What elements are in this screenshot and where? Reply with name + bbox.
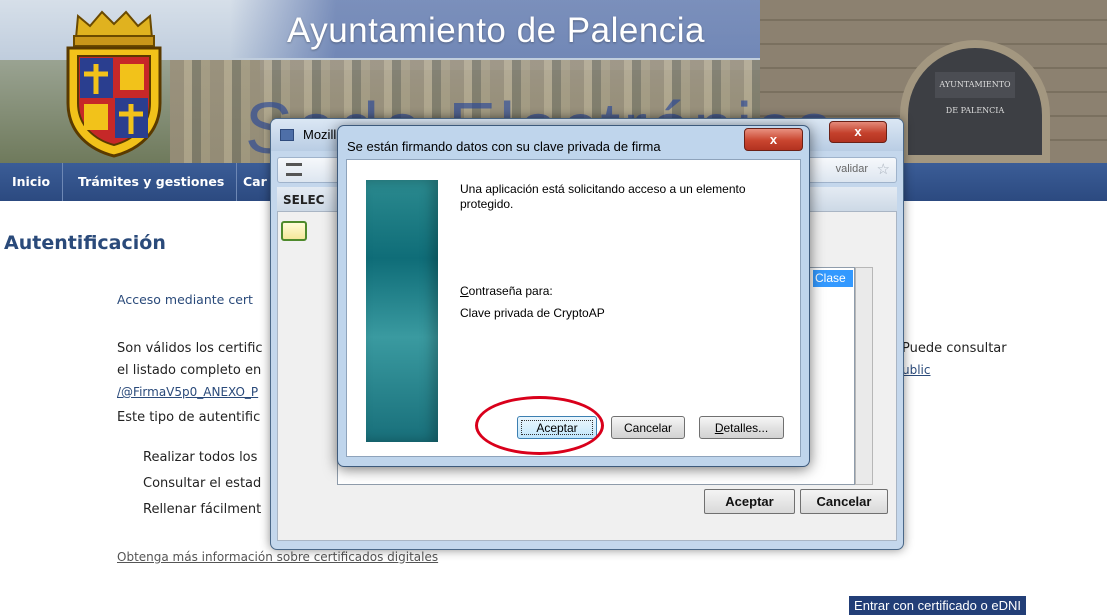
private-key-name: Clave privada de CryptoAP [460, 306, 605, 320]
menu-icon[interactable] [286, 163, 302, 176]
cancel-button[interactable]: Cancelar [611, 416, 685, 439]
page-title: Autentificación [4, 232, 166, 254]
paragraph-line-1-end: Puede consultar [902, 341, 1007, 356]
paragraph-line-2-link[interactable]: ublic [902, 363, 931, 377]
mozilla-close-button[interactable]: x [829, 121, 887, 143]
select-certificate-label: SELEC [283, 193, 325, 207]
password-label-rest: ontraseña para: [468, 284, 553, 298]
bookmark-star-icon[interactable]: ☆ [877, 160, 890, 178]
red-highlight-ellipse [475, 396, 604, 455]
password-label-mnemonic: C [460, 284, 469, 298]
details-button[interactable]: Detalles... [699, 416, 784, 439]
paragraph-line-2-start: el listado completo en [117, 363, 262, 378]
sign-dialog-message: Una aplicación está solicitando acceso a… [460, 182, 746, 211]
access-heading: Acceso mediante cert [117, 292, 253, 307]
details-button-rest: etalles... [723, 420, 769, 435]
site-title: Ayuntamiento de Palencia [287, 11, 706, 50]
mozilla-accept-button[interactable]: Aceptar [704, 489, 795, 514]
bullet-item: Consultar el estad [143, 476, 262, 491]
nav-item-inicio[interactable]: Inicio [0, 163, 64, 201]
column-header-clase[interactable]: Clase [813, 270, 853, 287]
certificates-info-link[interactable]: Obtenga más información sobre certificad… [117, 550, 438, 564]
mozilla-cancel-button[interactable]: Cancelar [800, 489, 888, 514]
auth-type-text: Este tipo de autentific [117, 410, 261, 425]
sign-dialog-close-button[interactable]: x [744, 128, 803, 151]
banner-plaque: AYUNTAMIENTO DE PALENCIA [935, 72, 1015, 115]
bullet-item: Rellenar fácilment [143, 502, 262, 517]
mozilla-app-icon [280, 129, 294, 141]
password-label: Contraseña para: [460, 284, 553, 298]
dialog-side-graphic [366, 180, 438, 442]
mozilla-url-tail[interactable]: validar [836, 163, 868, 175]
certificate-list-scrollbar[interactable] [855, 267, 873, 485]
certificate-icon [281, 221, 307, 241]
palencia-coat-of-arms-logo[interactable] [58, 8, 170, 158]
enter-with-certificate-button[interactable]: Entrar con certificado o eDNI [849, 596, 1026, 615]
bullet-item: Realizar todos los [143, 450, 258, 465]
sign-dialog-title: Se están firmando datos con su clave pri… [347, 139, 661, 154]
paragraph-line-1-start: Son válidos los certific [117, 341, 263, 356]
mozilla-window-title: Mozill [303, 127, 337, 142]
paragraph-line-3-link[interactable]: /@FirmaV5p0_ANEXO_P [117, 385, 258, 399]
nav-item-tramites[interactable]: Trámites y gestiones [66, 163, 238, 201]
